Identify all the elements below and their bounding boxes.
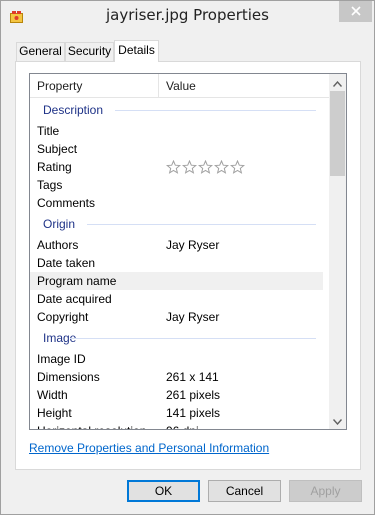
group-label: Origin: [43, 217, 76, 231]
star-icon[interactable]: [214, 160, 229, 174]
property-row[interactable]: Copyright Jay Ryser: [30, 308, 330, 326]
close-button[interactable]: [339, 1, 372, 22]
property-row[interactable]: Date acquired: [30, 290, 330, 308]
property-row[interactable]: Comments: [30, 194, 330, 212]
property-name: Comments: [37, 196, 96, 210]
tab-details[interactable]: Details: [114, 40, 159, 62]
property-name: Image ID: [37, 352, 86, 366]
property-value: 96 dpi: [166, 422, 199, 429]
group-divider: [70, 338, 316, 339]
vertical-scrollbar[interactable]: [329, 74, 346, 429]
property-row[interactable]: Height 141 pixels: [30, 404, 330, 422]
chevron-down-icon: [332, 414, 343, 428]
star-icon[interactable]: [198, 160, 213, 174]
property-row[interactable]: Authors Jay Ryser: [30, 236, 330, 254]
property-value: 141 pixels: [166, 406, 221, 420]
property-row[interactable]: Program name: [30, 272, 323, 290]
cancel-button[interactable]: Cancel: [208, 480, 281, 502]
property-name: Program name: [37, 274, 117, 288]
property-row[interactable]: Date taken: [30, 254, 330, 272]
property-row[interactable]: Dimensions 261 x 141: [30, 368, 330, 386]
property-name: Dimensions: [37, 370, 100, 384]
property-row[interactable]: Tags: [30, 176, 330, 194]
star-icon[interactable]: [230, 160, 245, 174]
property-name: Title: [37, 124, 60, 138]
chevron-up-icon: [332, 76, 343, 90]
property-row[interactable]: Width 261 pixels: [30, 386, 330, 404]
group-header[interactable]: Image: [30, 326, 330, 350]
rating-stars[interactable]: [166, 160, 245, 174]
group-label: Description: [43, 103, 104, 117]
property-row[interactable]: Subject: [30, 140, 330, 158]
star-icon[interactable]: [182, 160, 197, 174]
apply-button[interactable]: Apply: [289, 480, 362, 502]
property-name: Height: [37, 406, 72, 420]
property-name: Horizontal resolution: [37, 422, 146, 429]
property-name: Authors: [37, 238, 79, 252]
tab-general[interactable]: General: [16, 42, 65, 61]
title-bar[interactable]: jayriser.jpg Properties: [1, 1, 374, 33]
property-name: Rating: [37, 160, 72, 174]
property-row[interactable]: Title: [30, 122, 330, 140]
property-value: 261 pixels: [166, 388, 221, 402]
scrollbar-thumb[interactable]: [330, 91, 345, 176]
group-divider: [87, 224, 316, 225]
details-list[interactable]: Property Value Description Title Subject Ra…: [29, 73, 347, 430]
property-name: Copyright: [37, 310, 89, 324]
property-value: Jay Ryser: [166, 238, 220, 252]
properties-dialog: jayriser.jpg Properties General Security…: [0, 0, 375, 515]
tab-security[interactable]: Security: [65, 42, 114, 61]
group-header[interactable]: Origin: [30, 212, 330, 236]
property-rows: Description Title Subject Rating Tags Comment…: [30, 98, 330, 429]
remove-properties-link[interactable]: Remove Properties and Personal Informati…: [29, 441, 269, 455]
property-name: Width: [37, 388, 68, 402]
column-header-value[interactable]: Value: [159, 74, 330, 98]
details-panel: Property Value Description Title Subject Ra…: [15, 61, 361, 470]
property-name: Date acquired: [37, 292, 112, 306]
ok-button[interactable]: OK: [127, 480, 200, 502]
property-row[interactable]: Rating: [30, 158, 330, 176]
property-row[interactable]: Image ID: [30, 350, 330, 368]
property-value: Jay Ryser: [166, 310, 220, 324]
window-title: jayriser.jpg Properties: [106, 6, 269, 24]
property-name: Subject: [37, 142, 78, 156]
property-row[interactable]: Horizontal resolution 96 dpi: [30, 422, 330, 429]
scroll-down-button[interactable]: [329, 412, 346, 429]
property-value: 261 x 141: [166, 370, 219, 384]
property-name: Tags: [37, 178, 63, 192]
star-icon[interactable]: [166, 160, 181, 174]
column-header-property[interactable]: Property: [30, 74, 159, 98]
property-name: Date taken: [37, 256, 96, 270]
group-header[interactable]: Description: [30, 98, 330, 122]
close-icon: [350, 5, 361, 19]
group-divider: [115, 110, 316, 111]
list-header: Property Value: [30, 74, 330, 98]
scroll-up-button[interactable]: [329, 74, 346, 91]
